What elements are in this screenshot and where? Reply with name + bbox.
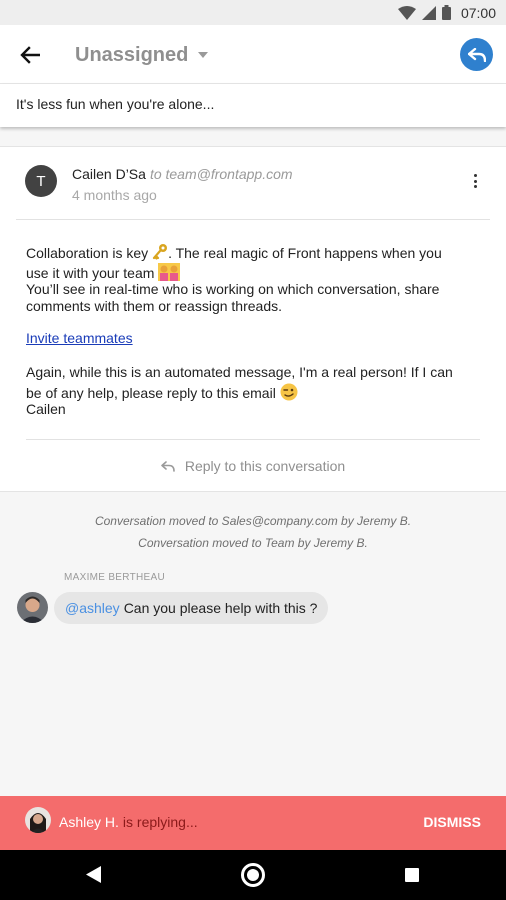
conversation-subject: It's less fun when you're alone... bbox=[16, 96, 215, 112]
avatar bbox=[25, 807, 51, 833]
reply-button[interactable] bbox=[460, 38, 493, 71]
arrow-left-icon bbox=[20, 46, 40, 64]
key-emoji bbox=[152, 244, 168, 260]
activity-event: Conversation moved to Sales@company.com … bbox=[94, 514, 412, 528]
message-body-line: Again, while this is an automated messag… bbox=[26, 364, 453, 380]
dismiss-button[interactable]: DISMISS bbox=[423, 814, 481, 830]
mention[interactable]: @ashley bbox=[65, 600, 120, 616]
status-icons: 07:00 bbox=[397, 4, 496, 21]
comment-bubble: @ashley Can you please help with this ? bbox=[54, 592, 329, 624]
wink-emoji bbox=[280, 383, 298, 401]
typing-indicator-bar: Ashley H. is replying... DISMISS bbox=[0, 796, 506, 850]
caret-down-icon bbox=[198, 52, 209, 58]
comment-author: MAXIME BERTHEAU bbox=[64, 572, 165, 583]
sender-line: Cailen D’Sa to team@frontapp.com bbox=[72, 166, 293, 182]
comment-text: Can you please help with this ? bbox=[123, 600, 318, 616]
nav-home-icon[interactable] bbox=[241, 863, 265, 887]
reply-to-conversation-label: Reply to this conversation bbox=[184, 458, 346, 474]
system-nav-bar bbox=[0, 850, 506, 900]
reply-icon bbox=[467, 47, 486, 62]
activity-event: Conversation moved to Team by Jeremy B. bbox=[138, 536, 368, 550]
reply-icon bbox=[161, 460, 175, 472]
page-title: Unassigned bbox=[75, 43, 189, 66]
back-button[interactable] bbox=[16, 42, 44, 68]
divider bbox=[16, 219, 490, 220]
message-body-line: Collaboration is key . The real magic of… bbox=[26, 244, 442, 261]
message-body-line: comments with them or reassign threads. bbox=[26, 298, 282, 314]
app-bar: Unassigned bbox=[0, 25, 506, 84]
nav-back-icon[interactable] bbox=[86, 866, 101, 883]
status-bar: 07:00 bbox=[0, 0, 506, 25]
nav-recents-icon[interactable] bbox=[405, 868, 419, 882]
inbox-selector[interactable]: Unassigned bbox=[75, 42, 209, 68]
typing-user: Ashley H. bbox=[59, 814, 119, 830]
sender-name: Cailen D’Sa bbox=[72, 166, 146, 182]
message-body-line: You’ll see in real-time who is working o… bbox=[26, 281, 440, 297]
signal-icon bbox=[421, 5, 436, 20]
typing-status: is replying... bbox=[122, 814, 198, 830]
sent-time: 4 months ago bbox=[72, 187, 157, 203]
status-time: 07:00 bbox=[460, 4, 496, 21]
wifi-icon bbox=[397, 5, 416, 20]
typing-text: Ashley H. is replying... bbox=[59, 814, 198, 830]
more-vertical-icon[interactable] bbox=[466, 171, 484, 191]
team-emoji bbox=[158, 263, 181, 281]
recipient: to team@frontapp.com bbox=[149, 166, 293, 182]
battery-icon bbox=[441, 5, 451, 20]
reply-to-conversation-button[interactable]: Reply to this conversation bbox=[0, 455, 506, 477]
conversation-subject-bar: It's less fun when you're alone... bbox=[0, 84, 506, 127]
message-card: T Cailen D’Sa to team@frontapp.com 4 mont… bbox=[0, 146, 506, 492]
sender-avatar: T bbox=[25, 165, 57, 197]
avatar bbox=[17, 592, 48, 623]
signature: Cailen bbox=[26, 401, 66, 417]
divider bbox=[26, 439, 480, 440]
invite-teammates-link[interactable]: Invite teammates bbox=[26, 330, 133, 346]
